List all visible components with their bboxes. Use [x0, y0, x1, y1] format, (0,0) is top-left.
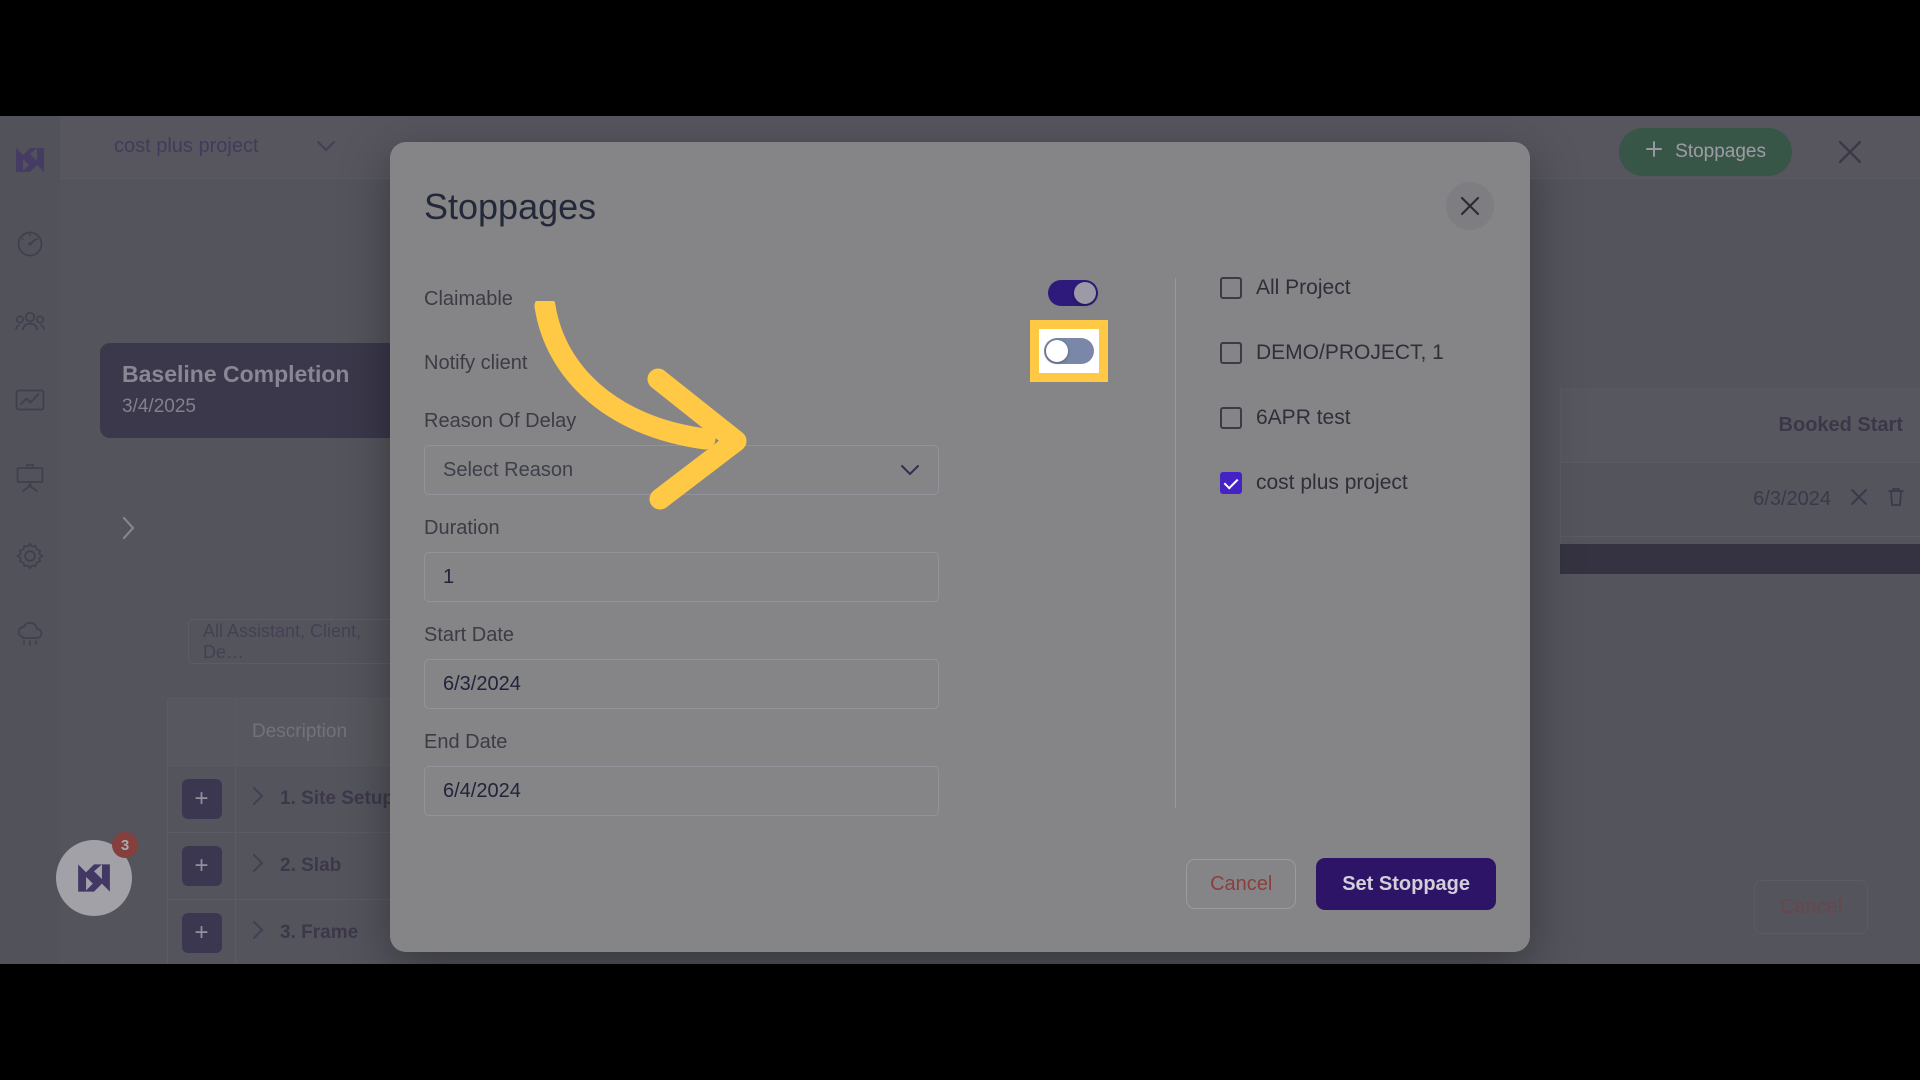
- claimable-label: Claimable: [424, 287, 513, 310]
- duration-value: 1: [443, 565, 455, 588]
- notify-client-toggle[interactable]: [1044, 338, 1094, 364]
- checkbox[interactable]: [1220, 277, 1242, 299]
- close-icon[interactable]: [1446, 182, 1494, 230]
- modal-title: Stoppages: [424, 186, 597, 227]
- claimable-toggle-wrapper: [1048, 280, 1098, 306]
- end-date-label: End Date: [424, 731, 508, 753]
- application-window: cost plus project Stoppages Baseline Com…: [0, 116, 1920, 964]
- set-stoppage-button[interactable]: Set Stoppage: [1316, 858, 1496, 910]
- modal-footer: Cancel Set Stoppage: [1186, 858, 1496, 910]
- checkbox[interactable]: [1220, 342, 1242, 364]
- start-date-value: 6/3/2024: [443, 672, 521, 695]
- end-date-input[interactable]: 6/4/2024: [424, 766, 939, 816]
- reason-of-delay-select[interactable]: Select Reason: [424, 445, 939, 495]
- duration-input[interactable]: 1: [424, 552, 939, 602]
- checkbox-label: All Project: [1256, 276, 1351, 299]
- claimable-row: Claimable: [424, 276, 944, 322]
- modal-divider: [1175, 278, 1176, 808]
- project-checkbox-list: All Project DEMO/PROJECT, 1 6APR test co…: [1220, 276, 1500, 536]
- stoppage-form: Claimable Notify client Reason Of Delay …: [424, 276, 944, 838]
- start-date-label: Start Date: [424, 624, 515, 646]
- checkbox-row-demo-project[interactable]: DEMO/PROJECT, 1: [1220, 341, 1500, 365]
- checkbox-label: DEMO/PROJECT, 1: [1256, 341, 1444, 364]
- checkbox-row-cost-plus-project[interactable]: cost plus project: [1220, 471, 1500, 495]
- notify-client-label: Notify client: [424, 351, 528, 374]
- claimable-toggle[interactable]: [1048, 280, 1098, 306]
- reason-of-delay-value: Select Reason: [443, 458, 574, 481]
- checkbox-label: cost plus project: [1256, 471, 1408, 494]
- cancel-button[interactable]: Cancel: [1186, 859, 1297, 909]
- stoppages-modal: Stoppages Claimable Notify client Reason…: [390, 142, 1530, 952]
- reason-of-delay-label: Reason Of Delay: [424, 410, 577, 432]
- notify-client-row: Notify client: [424, 340, 944, 386]
- toggle-knob: [1074, 282, 1096, 304]
- checkbox-row-all-project[interactable]: All Project: [1220, 276, 1500, 300]
- toggle-knob: [1046, 340, 1068, 362]
- checkbox-label: 6APR test: [1256, 406, 1351, 429]
- end-date-value: 6/4/2024: [443, 779, 521, 802]
- duration-label: Duration: [424, 517, 500, 539]
- screenshot-root: cost plus project Stoppages Baseline Com…: [0, 0, 1920, 1080]
- checkbox[interactable]: [1220, 407, 1242, 429]
- start-date-input[interactable]: 6/3/2024: [424, 659, 939, 709]
- notify-client-toggle-highlight: [1030, 320, 1108, 382]
- checkbox[interactable]: [1220, 472, 1242, 494]
- checkbox-row-6apr-test[interactable]: 6APR test: [1220, 406, 1500, 430]
- chevron-down-icon: [900, 460, 920, 481]
